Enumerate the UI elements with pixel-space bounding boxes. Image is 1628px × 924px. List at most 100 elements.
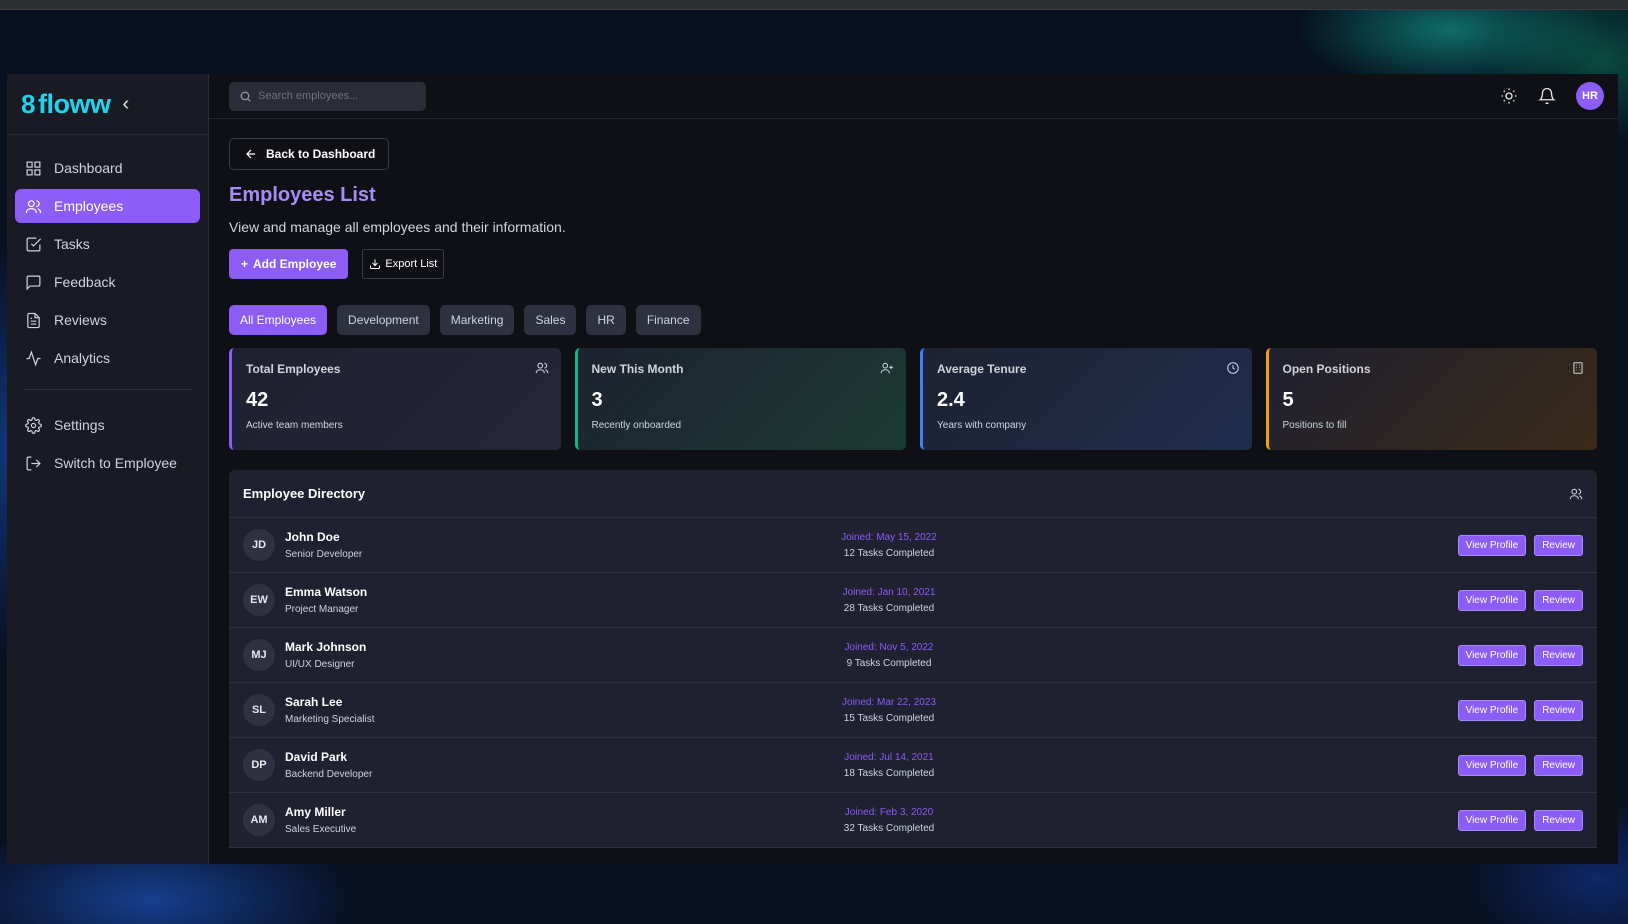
header-actions: HR	[1500, 82, 1604, 110]
employee-name: Mark Johnson	[285, 640, 367, 654]
stat-description: Active team members	[246, 420, 343, 431]
collapse-sidebar-icon[interactable]: ‹	[122, 93, 129, 116]
sidebar-item-label: Employees	[54, 198, 124, 214]
review-button[interactable]: Review	[1534, 644, 1583, 666]
table-row: JD John Doe Senior Developer Joined: May…	[229, 518, 1597, 573]
filter-all-employees[interactable]: All Employees	[229, 305, 328, 335]
table-row: AM Amy Miller Sales Executive Joined: Fe…	[229, 793, 1597, 848]
filter-finance[interactable]: Finance	[635, 305, 701, 335]
employee-joined: Joined: May 15, 2022	[841, 531, 937, 543]
review-button[interactable]: Review	[1534, 754, 1583, 776]
brand-name: floww	[37, 88, 111, 119]
view-profile-button[interactable]: View Profile	[1457, 589, 1527, 611]
sidebar-item-switch-to-employee[interactable]: Switch to Employee	[15, 446, 200, 480]
users-icon	[1569, 487, 1583, 501]
employee-tasks: 18 Tasks Completed	[843, 767, 935, 779]
row-actions: View Profile Review	[1457, 809, 1583, 831]
stat-card-average-tenure: Average Tenure 2.4 Years with company	[920, 348, 1252, 450]
filter-hr[interactable]: HR	[586, 305, 626, 335]
review-button[interactable]: Review	[1534, 534, 1583, 556]
sidebar-item-employees[interactable]: Employees	[15, 189, 200, 223]
employee-joined: Joined: Jul 14, 2021	[844, 751, 934, 763]
log-out-icon	[26, 456, 41, 470]
view-profile-button[interactable]: View Profile	[1457, 644, 1527, 666]
view-profile-button[interactable]: View Profile	[1457, 754, 1527, 776]
user-avatar[interactable]: HR	[1576, 82, 1604, 110]
sidebar-divider	[23, 389, 192, 390]
browser-top-edge	[0, 0, 1628, 10]
app-window: 8 floww ‹ Dashboard Employees Tasks Feed…	[7, 74, 1618, 864]
activity-icon	[26, 349, 41, 367]
employee-info: David Park Backend Developer	[285, 750, 372, 780]
stat-value: 3	[591, 389, 603, 411]
brand-logo[interactable]: 8 floww	[21, 88, 111, 120]
stat-description: Recently onboarded	[591, 420, 682, 431]
check-square-icon	[26, 237, 42, 251]
sidebar-item-reviews[interactable]: Reviews	[15, 303, 200, 337]
table-row: MJ Mark Johnson UI/UX Designer Joined: N…	[229, 628, 1597, 683]
brand-mark-icon: 8	[21, 88, 35, 119]
page-actions: + Add Employee Export List	[229, 249, 1597, 279]
view-profile-button[interactable]: View Profile	[1457, 809, 1527, 831]
download-icon	[370, 259, 381, 269]
employee-meta: Joined: Jul 14, 2021 18 Tasks Completed	[789, 752, 989, 779]
sidebar-item-tasks[interactable]: Tasks	[15, 227, 200, 261]
review-button[interactable]: Review	[1534, 589, 1583, 611]
filter-sales[interactable]: Sales	[524, 305, 577, 335]
users-icon	[25, 199, 42, 213]
page-subtitle: View and manage all employees and their …	[229, 219, 566, 235]
stat-description: Positions to fill	[1282, 420, 1347, 431]
avatar: SL	[243, 694, 275, 726]
employee-tasks: 12 Tasks Completed	[843, 547, 935, 559]
review-button[interactable]: Review	[1534, 809, 1583, 831]
notifications-button[interactable]	[1538, 87, 1556, 105]
view-profile-button[interactable]: View Profile	[1457, 534, 1527, 556]
avatar: EW	[243, 584, 275, 616]
avatar: JD	[243, 529, 275, 561]
export-list-button[interactable]: Export List	[362, 249, 445, 279]
row-actions: View Profile Review	[1457, 644, 1583, 666]
employee-role: Marketing Specialist	[285, 714, 375, 725]
employee-joined: Joined: Nov 5, 2022	[844, 641, 934, 653]
review-button[interactable]: Review	[1534, 699, 1583, 721]
grid-icon	[26, 161, 41, 175]
stat-card-total-employees: Total Employees 42 Active team members	[229, 348, 561, 450]
row-actions: View Profile Review	[1457, 754, 1583, 776]
view-profile-button[interactable]: View Profile	[1457, 699, 1527, 721]
sidebar-nav: Dashboard Employees Tasks Feedback Revie…	[7, 135, 208, 484]
employee-joined: Joined: Feb 3, 2020	[844, 806, 934, 818]
search-input[interactable]	[258, 90, 418, 102]
sidebar-item-settings[interactable]: Settings	[15, 408, 200, 442]
sidebar-item-dashboard[interactable]: Dashboard	[15, 151, 200, 185]
bell-icon	[1538, 87, 1556, 105]
employee-name: Emma Watson	[285, 585, 368, 599]
stat-title: Open Positions	[1282, 362, 1371, 376]
back-to-dashboard-button[interactable]: Back to Dashboard	[229, 138, 390, 170]
employee-tasks: 9 Tasks Completed	[846, 657, 932, 669]
employee-role: Backend Developer	[285, 769, 373, 780]
add-employee-button[interactable]: + Add Employee	[229, 249, 349, 279]
employee-info: Emma Watson Project Manager	[285, 585, 367, 615]
row-actions: View Profile Review	[1457, 534, 1583, 556]
sidebar-item-feedback[interactable]: Feedback	[15, 265, 200, 299]
stat-value: 42	[246, 389, 269, 411]
row-actions: View Profile Review	[1457, 699, 1583, 721]
employee-tasks: 28 Tasks Completed	[843, 602, 935, 614]
plus-icon: +	[241, 257, 249, 271]
employee-name: David Park	[285, 750, 348, 764]
theme-toggle-button[interactable]	[1500, 87, 1518, 105]
filter-development[interactable]: Development	[337, 305, 430, 335]
filter-marketing[interactable]: Marketing	[439, 305, 515, 335]
stat-card-new-this-month: New This Month 3 Recently onboarded	[574, 348, 906, 450]
search-box	[229, 81, 426, 111]
directory-title: Employee Directory	[243, 486, 366, 501]
sidebar-item-label: Reviews	[54, 312, 107, 328]
file-text-icon	[27, 312, 40, 328]
add-employee-label: Add Employee	[253, 257, 337, 271]
employee-joined: Joined: Jan 10, 2021	[842, 586, 936, 598]
employee-joined: Joined: Mar 22, 2023	[842, 696, 936, 708]
search-icon	[240, 91, 251, 102]
stat-title: Total Employees	[246, 362, 341, 376]
gear-icon	[25, 416, 42, 434]
sidebar-item-analytics[interactable]: Analytics	[15, 341, 200, 375]
